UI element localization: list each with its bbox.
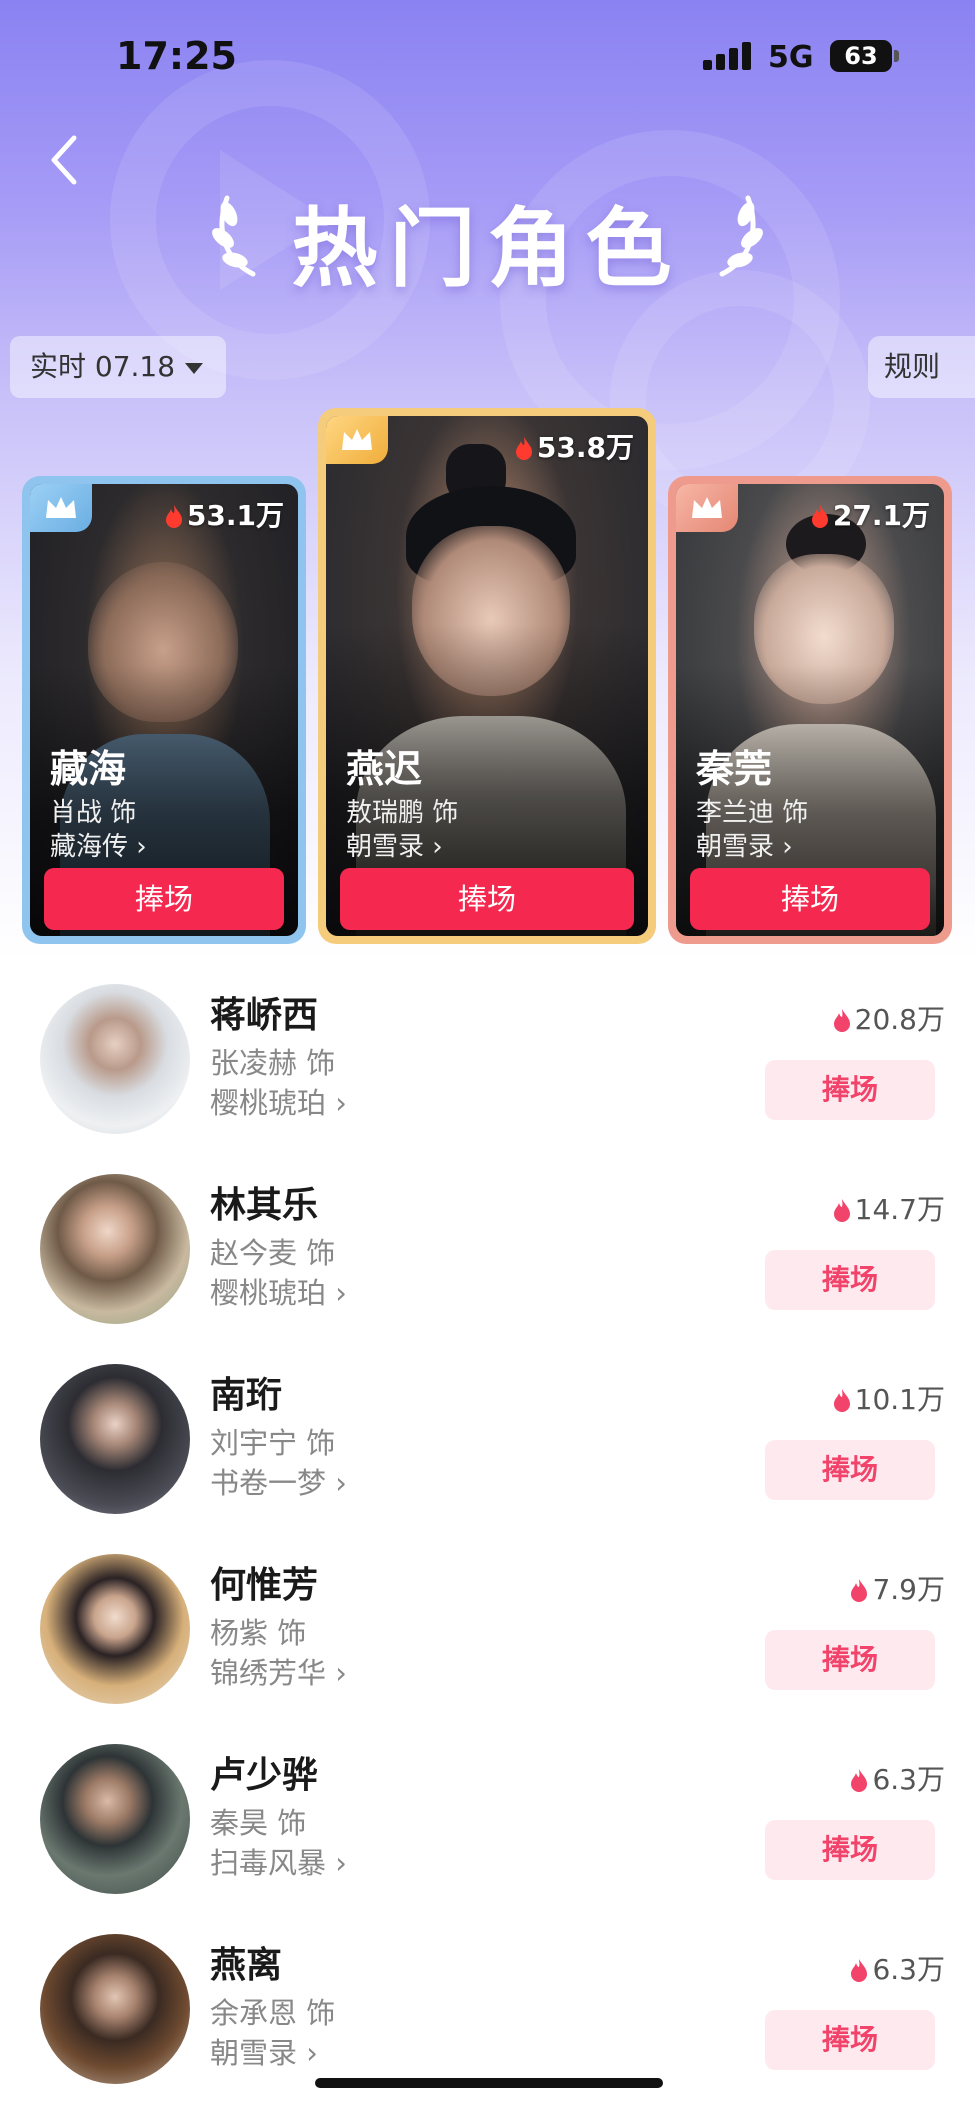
character-name: 南珩 bbox=[210, 1375, 283, 1416]
heat-count: 10.1万 bbox=[833, 1378, 945, 1418]
heat-count: 53.8万 bbox=[515, 426, 634, 466]
drama-link[interactable]: 书卷一梦 › bbox=[210, 1460, 347, 1502]
avatar bbox=[40, 1364, 190, 1514]
heat-count: 53.1万 bbox=[165, 494, 284, 534]
support-button[interactable]: 捧场 bbox=[765, 2010, 935, 2070]
battery-icon: 63 bbox=[830, 40, 892, 72]
status-time: 17:25 bbox=[116, 34, 237, 78]
list-item[interactable]: 蒋峤西 张凌赫 饰 樱桃琥珀 › 20.8万 捧场 bbox=[0, 984, 975, 1174]
drama-link[interactable]: 锦绣芳华 › bbox=[210, 1650, 347, 1692]
support-button[interactable]: 捧场 bbox=[340, 868, 634, 930]
support-button[interactable]: 捧场 bbox=[765, 1250, 935, 1310]
date-filter-dropdown[interactable]: 实时 07.18 bbox=[10, 336, 226, 398]
heat-count: 20.8万 bbox=[833, 998, 945, 1038]
date-filter-label: 实时 07.18 bbox=[30, 350, 176, 383]
drama-link[interactable]: 扫毒风暴 › bbox=[210, 1840, 347, 1882]
character-name: 卢少骅 bbox=[210, 1755, 319, 1796]
crown-icon bbox=[692, 497, 722, 518]
crown-icon bbox=[342, 429, 372, 450]
laurel-right-icon bbox=[719, 195, 763, 277]
avatar bbox=[40, 1174, 190, 1324]
top-card-rank-1[interactable]: 53.8万 燕迟 敖瑞鹏 饰 朝雪录 › 捧场 bbox=[318, 408, 656, 944]
flame-icon bbox=[165, 505, 182, 528]
heat-count: 14.7万 bbox=[833, 1188, 945, 1228]
flame-icon bbox=[811, 505, 828, 528]
list-item[interactable]: 南珩 刘宇宁 饰 书卷一梦 › 10.1万 捧场 bbox=[0, 1364, 975, 1554]
network-label: 5G bbox=[768, 40, 814, 75]
home-indicator[interactable] bbox=[315, 2078, 663, 2088]
rank-badge bbox=[326, 416, 388, 464]
character-name: 蒋峤西 bbox=[210, 995, 319, 1036]
rank-badge bbox=[30, 484, 92, 532]
drama-link[interactable]: 朝雪录 › bbox=[210, 2030, 318, 2072]
crown-icon bbox=[46, 497, 76, 518]
list-item[interactable]: 卢少骅 秦昊 饰 扫毒风暴 › 6.3万 捧场 bbox=[0, 1744, 975, 1934]
actor-name: 余承恩 饰 bbox=[210, 1996, 336, 2030]
actor-name: 肖战 饰 bbox=[50, 798, 137, 828]
actor-name: 赵今麦 饰 bbox=[210, 1236, 336, 1270]
character-name: 燕迟 bbox=[346, 747, 423, 791]
drama-link[interactable]: 朝雪录 › bbox=[346, 826, 443, 863]
heat-count: 6.3万 bbox=[850, 1758, 945, 1798]
list-item[interactable]: 林其乐 赵今麦 饰 樱桃琥珀 › 14.7万 捧场 bbox=[0, 1174, 975, 1364]
actor-name: 刘宇宁 饰 bbox=[210, 1426, 336, 1460]
rules-label: 规则 bbox=[884, 350, 941, 383]
flame-icon bbox=[833, 1389, 850, 1412]
flame-icon bbox=[833, 1009, 850, 1032]
rules-button[interactable]: 规则 bbox=[868, 336, 975, 398]
actor-name: 秦昊 饰 bbox=[210, 1806, 307, 1840]
character-name: 何惟芳 bbox=[210, 1565, 319, 1606]
flame-icon bbox=[851, 1959, 868, 1982]
support-button[interactable]: 捧场 bbox=[765, 1820, 935, 1880]
support-button[interactable]: 捧场 bbox=[765, 1060, 935, 1120]
character-name: 秦莞 bbox=[696, 747, 773, 791]
character-name: 林其乐 bbox=[210, 1185, 319, 1226]
avatar bbox=[40, 1744, 190, 1894]
actor-name: 李兰迪 饰 bbox=[696, 798, 809, 828]
page-title: 热门角色 bbox=[291, 199, 684, 299]
drama-link[interactable]: 藏海传 › bbox=[50, 826, 147, 863]
signal-icon bbox=[703, 42, 753, 70]
top-card-rank-3[interactable]: 27.1万 秦莞 李兰迪 饰 朝雪录 › 捧场 bbox=[668, 476, 952, 944]
character-name: 燕离 bbox=[210, 1945, 283, 1986]
avatar bbox=[40, 1934, 190, 2084]
actor-name: 杨紫 饰 bbox=[210, 1616, 307, 1650]
flame-icon bbox=[833, 1199, 850, 1222]
flame-icon bbox=[851, 1769, 868, 1792]
support-button[interactable]: 捧场 bbox=[690, 868, 930, 930]
support-button[interactable]: 捧场 bbox=[765, 1440, 935, 1500]
flame-icon bbox=[851, 1579, 868, 1602]
list-item[interactable]: 何惟芳 杨紫 饰 锦绣芳华 › 7.9万 捧场 bbox=[0, 1554, 975, 1744]
character-name: 藏海 bbox=[50, 747, 127, 791]
drama-link[interactable]: 朝雪录 › bbox=[696, 826, 793, 863]
actor-name: 张凌赫 饰 bbox=[210, 1046, 336, 1080]
top-card-rank-2[interactable]: 53.1万 藏海 肖战 饰 藏海传 › 捧场 bbox=[22, 476, 306, 944]
heat-count: 6.3万 bbox=[850, 1948, 945, 1988]
support-button[interactable]: 捧场 bbox=[765, 1630, 935, 1690]
flame-icon bbox=[515, 437, 532, 460]
rank-badge bbox=[676, 484, 738, 532]
avatar bbox=[40, 984, 190, 1134]
avatar bbox=[40, 1554, 190, 1704]
caret-down-icon bbox=[185, 362, 204, 374]
battery-nub bbox=[894, 50, 899, 62]
support-button[interactable]: 捧场 bbox=[44, 868, 284, 930]
heat-count: 7.9万 bbox=[850, 1568, 945, 1608]
actor-name: 敖瑞鹏 饰 bbox=[346, 798, 459, 828]
heat-count: 27.1万 bbox=[811, 494, 930, 534]
drama-link[interactable]: 樱桃琥珀 › bbox=[210, 1270, 347, 1312]
drama-link[interactable]: 樱桃琥珀 › bbox=[210, 1080, 347, 1122]
